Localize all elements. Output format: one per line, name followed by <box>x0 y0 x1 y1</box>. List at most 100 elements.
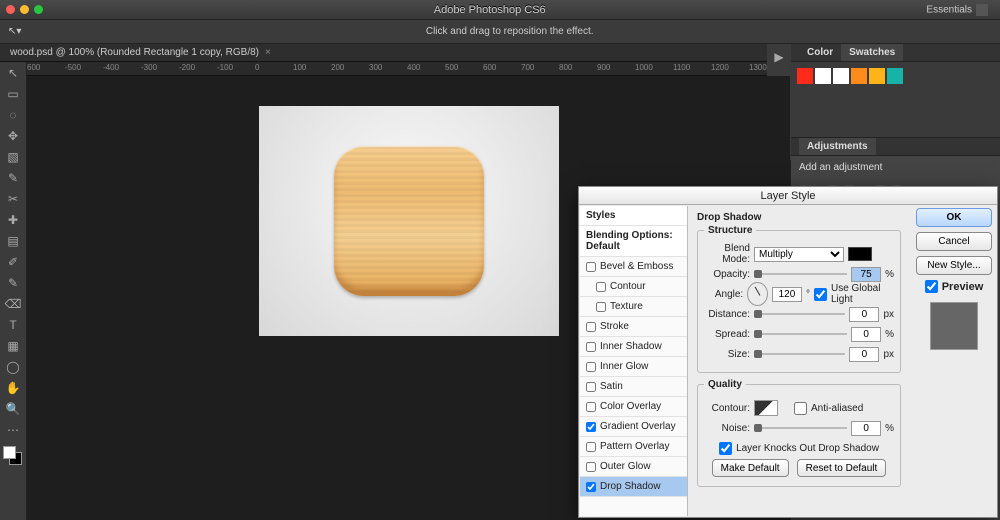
tool-icon[interactable]: ▭ <box>0 83 26 104</box>
style-label: Drop Shadow <box>600 481 661 492</box>
angle-dial[interactable] <box>747 282 768 306</box>
antialias-checkbox[interactable] <box>794 402 807 415</box>
app-title: Adobe Photoshop CS6 <box>53 4 926 16</box>
style-list-item[interactable]: Outer Glow <box>580 457 687 477</box>
style-checkbox[interactable] <box>586 322 596 332</box>
ok-button[interactable]: OK <box>916 208 992 227</box>
style-checkbox[interactable] <box>596 302 606 312</box>
tool-icon[interactable]: ✎ <box>0 272 26 293</box>
style-label: Satin <box>600 381 623 392</box>
close-tab-icon[interactable]: × <box>265 47 271 58</box>
style-label: Gradient Overlay <box>600 421 676 432</box>
tool-icon[interactable]: ◌ <box>0 104 26 125</box>
spread-slider[interactable] <box>754 333 847 335</box>
swatch[interactable] <box>869 68 885 84</box>
tool-icon[interactable]: ▧ <box>0 146 26 167</box>
distance-unit: px <box>883 309 894 320</box>
tool-icon[interactable]: ↖ <box>0 62 26 83</box>
style-list-item[interactable]: Satin <box>580 377 687 397</box>
contour-picker[interactable] <box>754 400 778 416</box>
noise-slider[interactable] <box>754 427 847 429</box>
style-list-item[interactable]: Inner Glow <box>580 357 687 377</box>
tool-icon[interactable]: ▤ <box>0 230 26 251</box>
tool-icon[interactable]: ✥ <box>0 125 26 146</box>
new-style-button[interactable]: New Style... <box>916 256 992 275</box>
style-checkbox[interactable] <box>586 402 596 412</box>
cancel-button[interactable]: Cancel <box>916 232 992 251</box>
size-unit: px <box>883 349 894 360</box>
options-bar: ↖▾ Click and drag to reposition the effe… <box>0 20 1000 44</box>
window-controls[interactable] <box>6 5 43 14</box>
style-checkbox[interactable] <box>586 382 596 392</box>
tool-icon[interactable]: ▦ <box>0 335 26 356</box>
spread-label: Spread: <box>704 329 750 340</box>
color-tab[interactable]: Color <box>799 44 841 61</box>
spread-input[interactable] <box>851 327 881 342</box>
style-list-item[interactable]: Drop Shadow <box>580 477 687 497</box>
titlebar: Adobe Photoshop CS6 Essentials <box>0 0 1000 20</box>
swatch[interactable] <box>851 68 867 84</box>
style-checkbox[interactable] <box>586 462 596 472</box>
zoom-icon[interactable] <box>34 5 43 14</box>
style-list-item[interactable]: Inner Shadow <box>580 337 687 357</box>
style-list-item[interactable]: Pattern Overlay <box>580 437 687 457</box>
move-tool-icon[interactable]: ↖▾ <box>8 26 21 37</box>
panel-toggle-icon[interactable]: ▶ <box>772 50 786 64</box>
size-input[interactable] <box>849 347 879 362</box>
style-list-item[interactable]: Contour <box>580 277 687 297</box>
size-label: Size: <box>704 349 750 360</box>
reset-default-button[interactable]: Reset to Default <box>797 459 887 477</box>
dialog-buttons: OK Cancel New Style... Preview <box>913 208 995 350</box>
blend-mode-select[interactable]: Multiply <box>754 247 844 262</box>
swatch[interactable] <box>833 68 849 84</box>
style-checkbox[interactable] <box>586 422 596 432</box>
tool-icon[interactable]: ◯ <box>0 356 26 377</box>
tool-icon[interactable]: ✎ <box>0 167 26 188</box>
angle-input[interactable] <box>772 287 802 302</box>
style-list-item[interactable]: Bevel & Emboss <box>580 257 687 277</box>
make-default-button[interactable]: Make Default <box>712 459 789 477</box>
style-checkbox[interactable] <box>596 282 606 292</box>
tool-icon[interactable]: T <box>0 314 26 335</box>
close-icon[interactable] <box>6 5 15 14</box>
tool-icon[interactable]: ⋯ <box>0 419 26 440</box>
global-light-checkbox[interactable] <box>814 288 827 301</box>
color-picker[interactable] <box>848 247 872 261</box>
style-checkbox[interactable] <box>586 342 596 352</box>
opacity-label: Opacity: <box>704 269 750 280</box>
foreground-color[interactable] <box>3 446 16 459</box>
tool-icon[interactable]: 🔍 <box>0 398 26 419</box>
tool-icon[interactable]: ✚ <box>0 209 26 230</box>
workspace-switcher[interactable]: Essentials <box>926 4 988 16</box>
swatch[interactable] <box>797 68 813 84</box>
adjustments-tab[interactable]: Adjustments <box>799 138 876 155</box>
style-checkbox[interactable] <box>586 442 596 452</box>
style-list-item[interactable]: Styles <box>580 206 687 226</box>
style-list-item[interactable]: Blending Options: Default <box>580 226 687 257</box>
size-slider[interactable] <box>754 353 845 355</box>
swatch[interactable] <box>887 68 903 84</box>
distance-slider[interactable] <box>754 313 845 315</box>
opacity-slider[interactable] <box>754 273 847 275</box>
knockout-checkbox[interactable] <box>719 442 732 455</box>
style-checkbox[interactable] <box>586 362 596 372</box>
style-checkbox[interactable] <box>586 262 596 272</box>
opacity-input[interactable] <box>851 267 881 282</box>
style-list-item[interactable]: Gradient Overlay <box>580 417 687 437</box>
tool-icon[interactable]: ✐ <box>0 251 26 272</box>
distance-input[interactable] <box>849 307 879 322</box>
swatches-tab[interactable]: Swatches <box>841 44 903 61</box>
tool-icon[interactable]: ⌫ <box>0 293 26 314</box>
minimize-icon[interactable] <box>20 5 29 14</box>
style-list-item[interactable]: Color Overlay <box>580 397 687 417</box>
noise-input[interactable] <box>851 421 881 436</box>
style-list-item[interactable]: Stroke <box>580 317 687 337</box>
style-list-item[interactable]: Texture <box>580 297 687 317</box>
preview-checkbox[interactable] <box>925 280 938 293</box>
style-checkbox[interactable] <box>586 482 596 492</box>
tool-icon[interactable]: ✂ <box>0 188 26 209</box>
swatch[interactable] <box>815 68 831 84</box>
tool-icon[interactable]: ✋ <box>0 377 26 398</box>
color-swatch-control[interactable] <box>0 446 26 470</box>
styles-list: StylesBlending Options: DefaultBevel & E… <box>580 206 688 516</box>
